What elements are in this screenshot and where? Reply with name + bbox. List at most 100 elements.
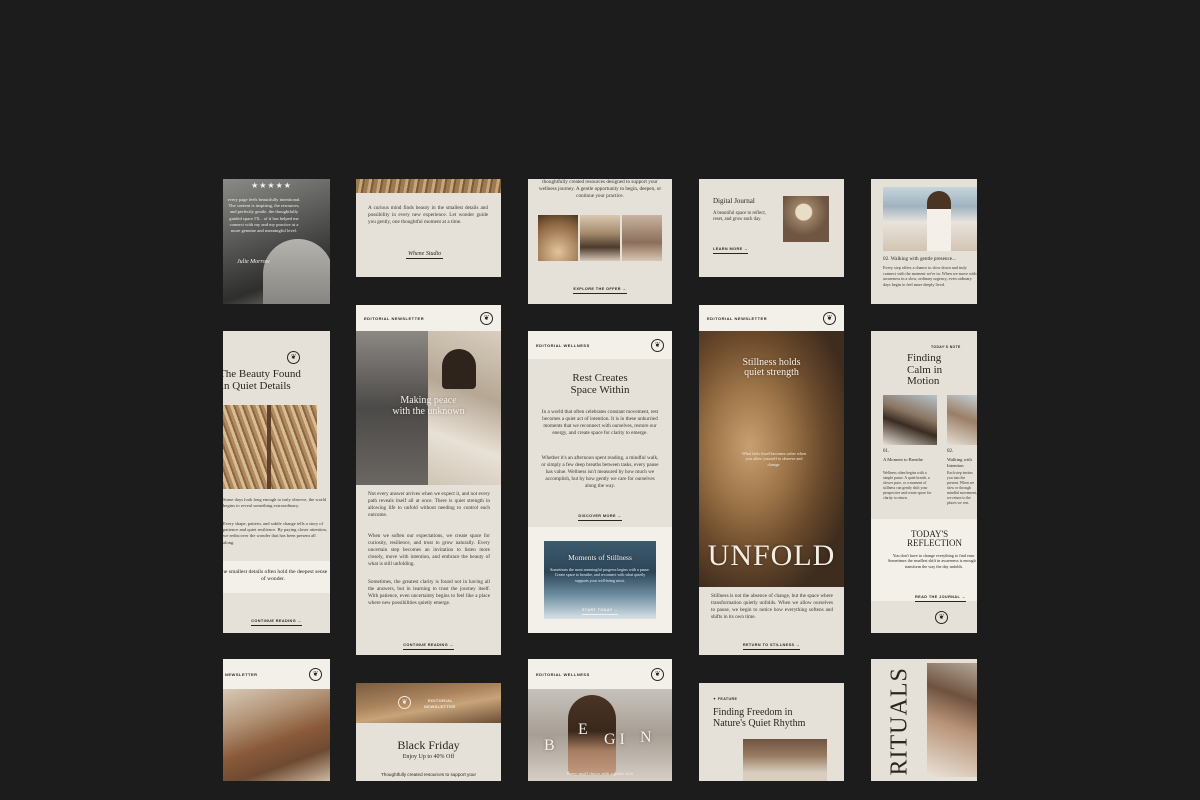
testimonial-text: every page feels beautifully intentional… xyxy=(227,197,301,234)
journal-text: A beautiful space to reflect, reset, and… xyxy=(713,211,766,223)
woman-figure xyxy=(927,191,951,251)
walking-caption: 02. Walking with gentle presence... xyxy=(883,256,956,262)
card-newsletter-cliff: NEWSLETTER ❦ xyxy=(223,659,330,781)
article-title-line2: Calm in Motion xyxy=(907,364,943,387)
item2-title: Walking with Intention xyxy=(947,457,972,468)
learn-more-link[interactable]: LEARN MORE → xyxy=(713,247,749,254)
newsletter-label: NEWSLETTER xyxy=(225,671,258,677)
article-para-2: When we soften our expectations, we crea… xyxy=(368,533,490,567)
woman-beach-photo-2 xyxy=(947,395,977,445)
item2-text: Each step invites you into the present. … xyxy=(947,471,977,505)
continue-reading-link[interactable]: CONTINUE READING → xyxy=(251,619,302,626)
article-title-line2: Nature's Quiet Rhythm xyxy=(713,718,806,729)
desert-dunes-photo xyxy=(356,683,501,723)
article-text-2: Every shape, pattern, and subtle change … xyxy=(223,521,327,545)
overlay-line2: quiet strength xyxy=(744,367,799,378)
card-quiet-details: ❦ The Beauty Found in Quiet Details Some… xyxy=(223,331,330,633)
quote-text: A curious mind finds beauty in the small… xyxy=(368,205,488,225)
item2-number: 02. xyxy=(947,449,954,454)
explore-offer-link[interactable]: EXPLORE THE OFFER → xyxy=(573,287,627,294)
banner-title: Moments of Stillness xyxy=(568,553,632,562)
woman-portrait-photo xyxy=(927,663,977,777)
article-title-line1: Finding Freedom in xyxy=(713,707,793,718)
card-rituals: RITUALS xyxy=(871,659,977,781)
letter-e: E xyxy=(578,721,588,738)
card-offer: thoughtfully created resources designed … xyxy=(528,179,672,304)
article-text: Stillness is not the absence of change, … xyxy=(711,593,833,620)
article-para-1: In a world that often celebrates constan… xyxy=(541,409,659,436)
walking-text: Every step offers a chance to slow down … xyxy=(883,265,977,287)
woman-horse-photo xyxy=(743,739,827,781)
brand-logo-icon: ❦ xyxy=(651,667,664,681)
big-word: UNFOLD xyxy=(707,539,836,572)
shoulder-shape xyxy=(263,239,330,304)
coastal-cliff-photo xyxy=(223,689,330,781)
article-para-2: Whether it's an afternoon spent reading,… xyxy=(541,455,659,489)
letter-b: B xyxy=(544,737,555,754)
start-today-link[interactable]: START TODAY → xyxy=(581,608,619,615)
item1-number: 01. xyxy=(883,449,890,454)
brand-logo-icon: ❦ xyxy=(287,351,300,364)
card-rest-creates: EDITORIAL WELLNESS ❦ Rest Creates Space … xyxy=(528,331,672,633)
woman-hair xyxy=(442,349,476,389)
promo-text: Thoughtfully created resources to suppor… xyxy=(381,772,476,777)
seashell-photo xyxy=(538,215,578,261)
wellness-label: EDITORIAL WELLNESS xyxy=(536,671,590,677)
header-label-2: NEWSLETTER xyxy=(424,704,456,709)
letter-n: N xyxy=(640,729,652,746)
article-para-3: Sometimes, the greatest clarity is found… xyxy=(368,579,490,606)
reflection-title-2: REFLECTION xyxy=(907,538,962,548)
flower-hand-photo xyxy=(783,196,829,242)
rituals-word: RITUALS xyxy=(886,667,913,776)
brand-logo-icon: ❦ xyxy=(309,667,322,681)
journal-title: Digital Journal xyxy=(713,197,755,205)
palm-leaf-photo xyxy=(356,179,501,193)
card-calm-in-motion: TODAY'S NOTE Finding Calm in Motion 01. … xyxy=(871,331,977,633)
coast-rock-photo xyxy=(580,215,620,261)
brand-logo-icon: ❦ xyxy=(935,611,948,624)
article-title-line2: Space Within xyxy=(570,384,630,396)
article-title-line1: Finding xyxy=(907,352,942,364)
stars-rating: ★★★★★ xyxy=(251,181,292,190)
offer-text: thoughtfully created resources designed … xyxy=(538,179,662,199)
card-unfold: EDITORIAL NEWSLETTER ❦ Stillness holds q… xyxy=(699,305,844,655)
article-title-line1: The Beauty Found xyxy=(223,368,301,380)
card-begin: EDITORIAL WELLNESS ❦ B E GI N Every smal… xyxy=(528,659,672,781)
article-title-line1: Rest Creates xyxy=(572,372,628,384)
item1-title: A Moment to Breathe xyxy=(883,457,923,462)
card-making-peace: EDITORIAL NEWSLETTER ❦ Making peace with… xyxy=(356,305,501,655)
signature: Julie Morrow xyxy=(237,259,270,265)
card-testimonial: ★★★★★ every page feels beautifully inten… xyxy=(223,179,330,304)
item1-text: Wellness often begins with a simple paus… xyxy=(883,471,932,500)
card-digital-journal: Digital Journal A beautiful space to ref… xyxy=(699,179,844,277)
continue-reading-link[interactable]: CONTINUE READING → xyxy=(403,643,454,650)
brand-logo-icon: ❦ xyxy=(480,311,493,325)
wellness-label: EDITORIAL WELLNESS xyxy=(536,342,590,348)
article-para-1: Not every answer arrives when we expect … xyxy=(368,491,490,518)
discover-more-link[interactable]: DISCOVER MORE → xyxy=(578,514,622,521)
header-label-1: EDITORIAL xyxy=(428,698,454,703)
newsletter-label: EDITORIAL NEWSLETTER xyxy=(707,315,768,321)
card-walking: 02. Walking with gentle presence... Ever… xyxy=(871,179,977,304)
feature-tag: ✦ FEATURE xyxy=(713,697,738,701)
card-finding-freedom: ✦ FEATURE Finding Freedom in Nature's Qu… xyxy=(699,683,844,781)
promo-title: Black Friday xyxy=(397,738,460,752)
overlay-line1: Making peace xyxy=(400,395,457,406)
card-black-friday: ❦ EDITORIAL NEWSLETTER Black Friday Enjo… xyxy=(356,683,501,781)
beach-legs-photo xyxy=(622,215,662,261)
article-text-1: Some days look long enough to truly obse… xyxy=(223,497,327,509)
reflection-text: You don't have to change everything to f… xyxy=(887,553,977,569)
promo-subtitle: Enjoy Up to 40% Off xyxy=(402,754,455,760)
begin-footer-text: Every small choice adds a gentle shift xyxy=(566,771,634,776)
mid-caption: What feels fixed becomes softer when you… xyxy=(741,451,807,467)
read-journal-link[interactable]: READ THE JOURNAL → xyxy=(915,595,966,602)
overlay-line2: with the unknown xyxy=(392,406,465,417)
brand-logo-icon: ❦ xyxy=(398,696,411,709)
brand-logo-icon: ❦ xyxy=(823,311,836,325)
return-to-stillness-link[interactable]: RETURN TO STILLNESS → xyxy=(742,643,801,650)
card-quote: A curious mind finds beauty in the small… xyxy=(356,179,501,277)
woman-beach-photo-1 xyxy=(883,395,937,445)
pull-quote: The smallest details often hold the deep… xyxy=(223,569,328,582)
note-tag: TODAY'S NOTE xyxy=(931,345,961,349)
brand-logo-icon: ❦ xyxy=(651,338,664,352)
